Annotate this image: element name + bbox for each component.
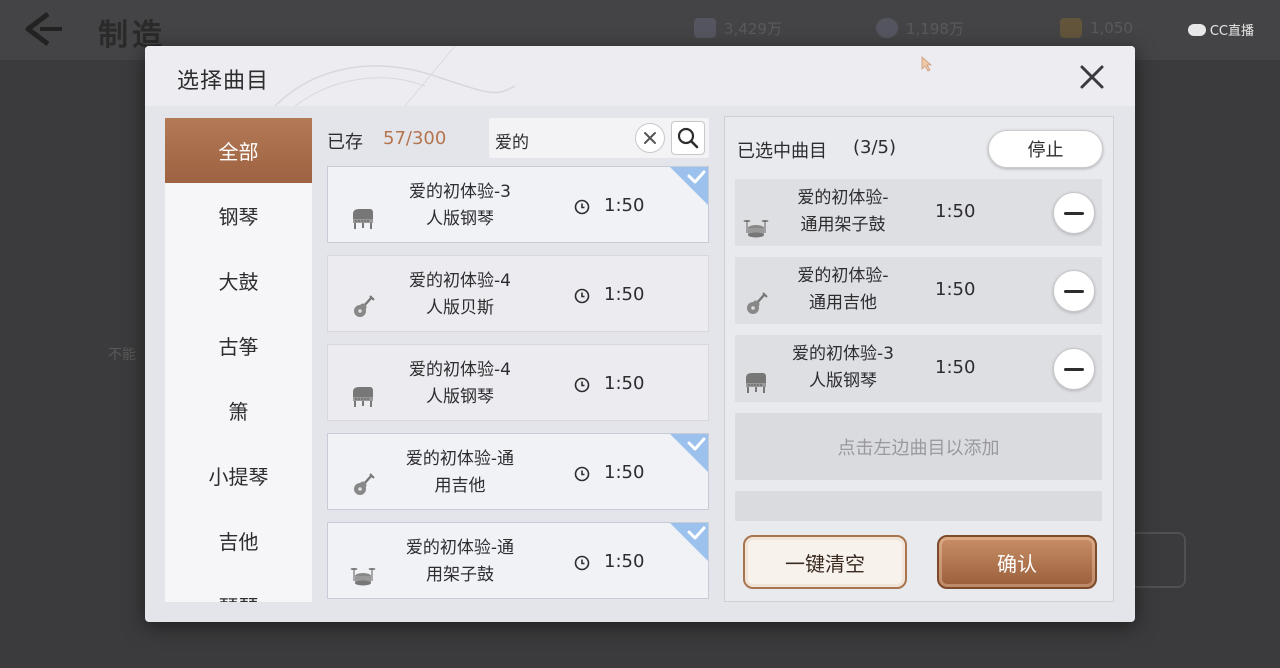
selected-song-item: 爱的初体验- 通用架子鼓 1:50 xyxy=(735,179,1102,246)
minus-icon xyxy=(1064,367,1084,371)
song-item[interactable]: 爱的初体验-通 用吉他 1:50 xyxy=(327,433,709,510)
empty-slot: 点击左边曲目以添加 xyxy=(735,413,1102,480)
clock-icon xyxy=(574,555,590,571)
song-item[interactable]: 爱的初体验-通 用架子鼓 1:50 xyxy=(327,522,709,599)
clear-search-icon[interactable] xyxy=(635,123,665,153)
back-icon[interactable] xyxy=(22,10,66,48)
song-name: 爱的初体验-通用架子鼓 xyxy=(405,538,515,585)
mouse-cursor-icon xyxy=(921,56,933,72)
song-list-header: 已存 57/300 爱的 xyxy=(327,118,709,160)
selected-label: 已选中曲目 xyxy=(737,141,827,162)
song-name: 爱的初体验-4 人版钢琴 xyxy=(409,360,511,407)
background-side-text: 不能 xyxy=(108,347,136,363)
song-duration: 1:50 xyxy=(604,462,645,483)
drum-icon xyxy=(350,561,376,587)
selected-song-item: 爱的初体验- 通用吉他 1:50 xyxy=(735,257,1102,324)
song-duration: 1:50 xyxy=(935,201,976,222)
crystal-icon xyxy=(694,18,716,38)
minus-icon xyxy=(1064,211,1084,215)
category-pipa[interactable]: 琵琶 xyxy=(165,573,312,602)
cloud-icon xyxy=(1187,23,1206,36)
selected-count: (3/5) xyxy=(853,137,897,158)
song-item[interactable]: 爱的初体验-3 人版钢琴 1:50 xyxy=(327,166,709,243)
stop-button[interactable]: 停止 xyxy=(988,130,1103,168)
category-drum[interactable]: 大鼓 xyxy=(165,248,312,313)
piano-icon xyxy=(350,205,376,231)
dialog-title: 选择曲目 xyxy=(177,69,270,94)
clock-icon xyxy=(574,199,590,215)
piano-icon xyxy=(743,369,769,395)
remove-song-button[interactable] xyxy=(1053,348,1095,390)
piano-icon xyxy=(350,383,376,409)
song-name: 爱的初体验-通用吉他 xyxy=(405,449,515,496)
badge-icon xyxy=(1060,18,1082,38)
clear-all-button[interactable]: 一键清空 xyxy=(743,535,907,589)
select-song-dialog: 选择曲目 全部 钢琴 大鼓 古筝 箫 小提琴 吉他 琵琶 已存 57/300 爱… xyxy=(145,46,1135,622)
search-box[interactable]: 爱的 xyxy=(489,118,709,158)
remove-song-button[interactable] xyxy=(1053,270,1095,312)
song-item[interactable]: 爱的初体验-4 人版贝斯 1:50 xyxy=(327,255,709,332)
search-input[interactable]: 爱的 xyxy=(495,128,529,153)
coin-icon xyxy=(876,18,898,38)
stored-label: 已存 xyxy=(327,132,363,153)
guitar-icon xyxy=(350,294,376,320)
remove-song-button[interactable] xyxy=(1053,192,1095,234)
guitar-icon xyxy=(743,291,769,317)
selected-list: 爱的初体验- 通用架子鼓 1:50 爱的初体验- 通用吉他 1:50 爱的初体验-3 人版钢琴… xyxy=(735,179,1102,521)
category-piano[interactable]: 钢琴 xyxy=(165,183,312,248)
selected-song-item: 爱的初体验-3 人版钢琴 1:50 xyxy=(735,335,1102,402)
close-icon[interactable] xyxy=(1077,62,1107,92)
song-name: 爱的初体验-3 人版钢琴 xyxy=(792,344,894,391)
category-guitar[interactable]: 吉他 xyxy=(165,508,312,573)
category-guzheng[interactable]: 古筝 xyxy=(165,313,312,378)
confirm-button[interactable]: 确认 xyxy=(937,535,1097,589)
checkmark-icon xyxy=(670,167,708,205)
song-name: 爱的初体验-通用吉他 xyxy=(797,266,889,313)
song-list: 爱的初体验-3 人版钢琴 1:50 爱的初体验-4 人版贝斯 1:50 爱的初体验-4 人版钢… xyxy=(327,166,709,602)
guitar-icon xyxy=(350,472,376,498)
checkmark-icon xyxy=(670,523,708,561)
song-name: 爱的初体验-4 人版贝斯 xyxy=(409,271,511,318)
song-name: 爱的初体验-3 人版钢琴 xyxy=(409,182,511,229)
song-duration: 1:50 xyxy=(604,195,645,216)
background-button xyxy=(1130,532,1186,588)
song-duration: 1:50 xyxy=(935,357,976,378)
song-item[interactable]: 爱的初体验-4 人版钢琴 1:50 xyxy=(327,344,709,421)
song-duration: 1:50 xyxy=(935,279,976,300)
search-icon[interactable] xyxy=(671,121,705,155)
stream-watermark: CC直播 xyxy=(1187,20,1254,39)
song-duration: 1:50 xyxy=(604,551,645,572)
dialog-header: 选择曲目 xyxy=(145,46,1135,106)
category-all[interactable]: 全部 xyxy=(165,118,312,183)
stored-count: 57/300 xyxy=(383,128,447,149)
clock-icon xyxy=(574,377,590,393)
header-decoration xyxy=(274,46,515,106)
checkmark-icon xyxy=(670,434,708,472)
category-violin[interactable]: 小提琴 xyxy=(165,443,312,508)
clock-icon xyxy=(574,288,590,304)
category-sidebar: 全部 钢琴 大鼓 古筝 箫 小提琴 吉他 琵琶 xyxy=(165,118,312,602)
resource-badge: 1,050 xyxy=(1060,16,1133,40)
resource-crystal: 3,429万 xyxy=(694,16,782,40)
song-duration: 1:50 xyxy=(604,284,645,305)
song-name: 爱的初体验-通用架子鼓 xyxy=(797,188,889,235)
category-xiao[interactable]: 箫 xyxy=(165,378,312,443)
selected-songs-panel: 已选中曲目 (3/5) 停止 爱的初体验- 通用架子鼓 1:50 爱的初体验- 通用吉他… xyxy=(724,116,1114,602)
clock-icon xyxy=(574,466,590,482)
minus-icon xyxy=(1064,289,1084,293)
drum-icon xyxy=(743,213,769,239)
resource-coin: 1,198万 xyxy=(876,16,964,40)
empty-slot: 点击左边曲目以添加 xyxy=(735,491,1102,521)
song-duration: 1:50 xyxy=(604,373,645,394)
